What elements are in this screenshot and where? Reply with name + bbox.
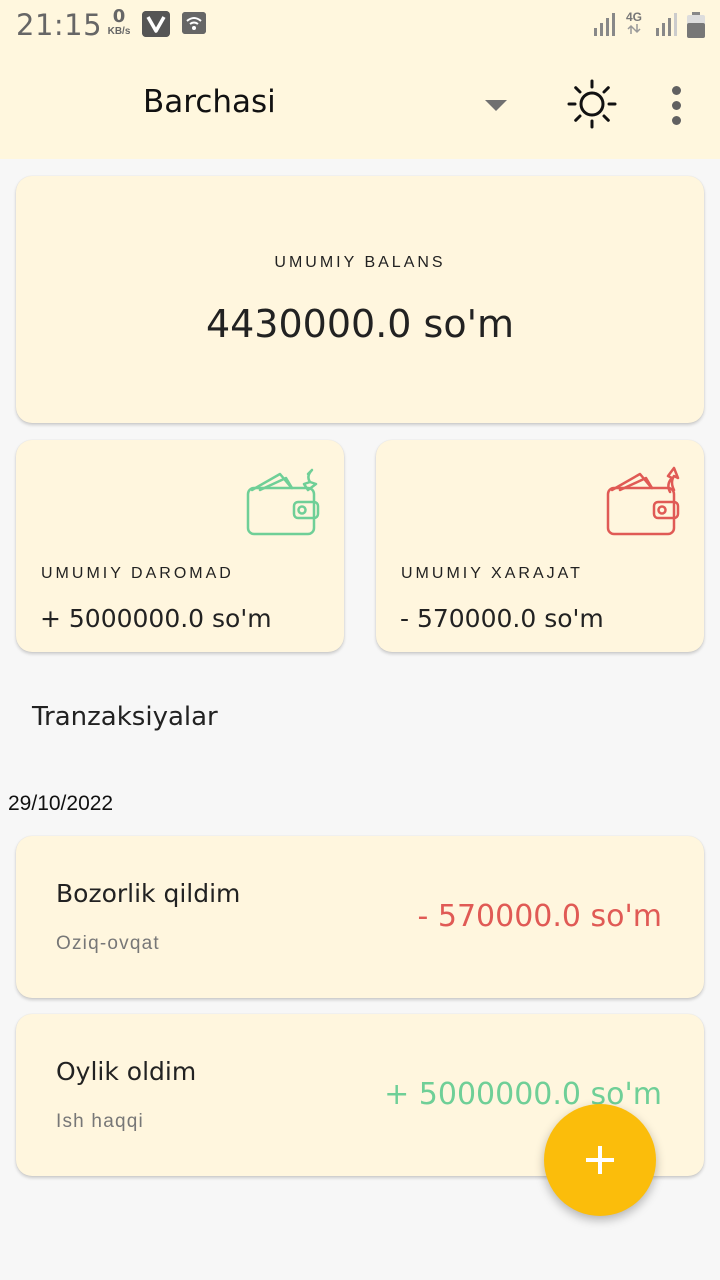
status-time: 21:15 (16, 8, 103, 42)
transaction-amount: - 570000.0 so'm (417, 899, 663, 934)
network-type: 4G (626, 11, 642, 34)
expense-value: - 570000.0 so'm (400, 604, 604, 633)
income-label: UMUMIY DAROMAD (41, 565, 234, 582)
vpn-v-icon (142, 11, 170, 37)
data-arrows-icon (627, 24, 641, 34)
status-bar: 21:15 0 KB/s 4G (0, 0, 720, 52)
transaction-item[interactable]: Bozorlik qildim Oziq-ovqat - 570000.0 so… (16, 836, 704, 998)
expense-card: UMUMIY XARAJAT - 570000.0 so'm (376, 440, 704, 652)
date-header: 29/10/2022 (8, 792, 114, 815)
wallet-in-icon (246, 468, 320, 536)
net-speed-value: 0 (112, 6, 126, 27)
net-speed-unit: KB/s (107, 26, 131, 37)
add-transaction-button[interactable] (544, 1104, 656, 1216)
wifi-icon (182, 12, 206, 34)
dropdown-arrow-icon[interactable] (485, 100, 507, 111)
signal-icon (656, 13, 677, 36)
balance-value: 4430000.0 so'm (205, 302, 515, 346)
transaction-amount: + 5000000.0 so'm (384, 1077, 662, 1112)
transactions-title: Tranzaksiyalar (32, 702, 218, 732)
transaction-category: Oziq-ovqat (56, 933, 160, 954)
net-speed: 0 KB/s (102, 8, 136, 37)
sun-icon[interactable] (566, 78, 618, 130)
app-bar: Barchasi (0, 52, 720, 159)
transaction-title: Oylik oldim (56, 1057, 197, 1086)
balance-label: UMUMIY BALANS (274, 254, 446, 271)
income-value: + 5000000.0 so'm (40, 604, 272, 633)
balance-card: UMUMIY BALANS 4430000.0 so'm (16, 176, 704, 423)
more-vert-icon[interactable] (662, 80, 690, 128)
income-card: UMUMIY DAROMAD + 5000000.0 so'm (16, 440, 344, 652)
filter-dropdown-label[interactable]: Barchasi (143, 84, 276, 120)
transaction-category: Ish haqqi (56, 1111, 144, 1132)
signal-icon (594, 13, 615, 36)
battery-icon (687, 12, 705, 38)
transaction-title: Bozorlik qildim (56, 879, 241, 908)
wallet-out-icon (606, 466, 680, 536)
expense-label: UMUMIY XARAJAT (401, 565, 583, 582)
